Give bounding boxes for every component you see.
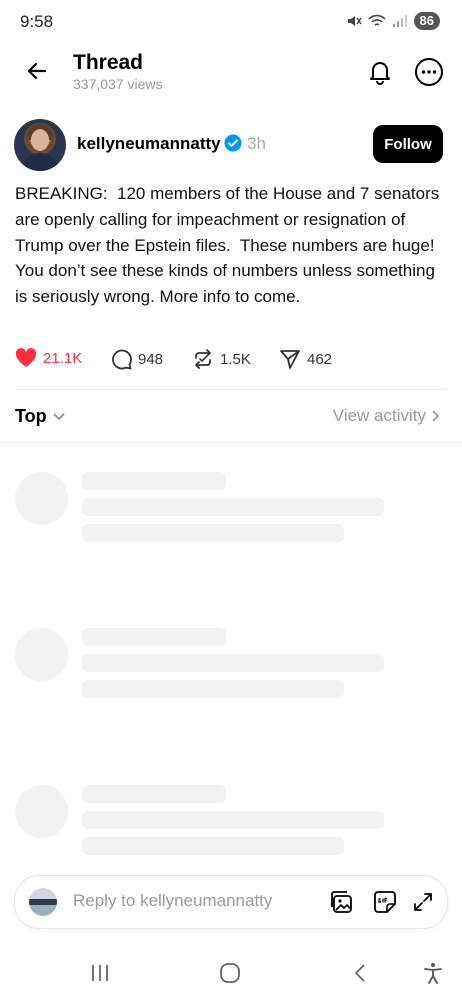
avatar	[29, 888, 57, 916]
sort-label: Top	[15, 406, 47, 426]
system-nav-bar	[0, 948, 462, 1000]
status-time: 9:58	[20, 12, 54, 31]
nav-back-icon	[354, 964, 365, 982]
status-bar: 9:58 86	[0, 0, 462, 44]
reply-input[interactable]: Reply to kellyneumannatty	[73, 891, 272, 911]
divider	[0, 442, 462, 443]
status-icons: 86	[346, 12, 440, 30]
page-title: Thread	[73, 51, 144, 74]
reply-composer[interactable]: Reply to kellyneumannatty	[15, 876, 447, 928]
accessibility-icon	[424, 963, 442, 984]
bell-icon	[370, 62, 390, 85]
reply-icon	[112, 349, 132, 370]
image-button[interactable]	[328, 888, 356, 916]
gif-icon	[374, 891, 396, 913]
recents-icon	[92, 965, 108, 981]
expand-icon	[414, 893, 432, 911]
loading-placeholder	[0, 628, 462, 708]
chevron-down-icon	[53, 412, 65, 420]
post-header: kellyneumannatty 3h Follow	[0, 118, 462, 174]
reply-button[interactable]: 948	[110, 348, 163, 370]
home-icon	[220, 963, 240, 983]
post-timestamp: 3h	[247, 134, 266, 153]
sort-bar: Top View activity	[0, 400, 462, 434]
avatar[interactable]	[14, 119, 66, 171]
more-options-button[interactable]	[413, 56, 445, 88]
battery-indicator: 86	[413, 12, 440, 30]
repost-button[interactable]: 1.5K	[192, 348, 251, 370]
accessibility-button[interactable]	[418, 958, 448, 988]
chevron-right-icon	[432, 410, 440, 422]
divider	[15, 389, 447, 390]
loading-placeholder	[0, 472, 462, 552]
follow-button[interactable]: Follow	[373, 125, 443, 163]
repost-icon	[195, 349, 211, 369]
view-activity-label: View activity	[332, 406, 426, 425]
loading-placeholder	[0, 785, 462, 865]
view-activity-link[interactable]: View activity	[333, 406, 440, 426]
repost-count: 1.5K	[220, 350, 251, 368]
wifi-icon	[367, 14, 386, 26]
heart-icon	[15, 348, 37, 367]
system-back-button[interactable]	[345, 958, 375, 988]
image-icon	[331, 891, 352, 913]
notifications-button[interactable]	[364, 56, 396, 88]
share-count: 462	[307, 350, 333, 368]
share-icon	[280, 350, 300, 369]
share-button[interactable]: 462	[279, 348, 332, 370]
reply-count: 948	[138, 350, 164, 368]
home-button[interactable]	[215, 958, 245, 988]
thread-header: Thread 337,037 views	[0, 44, 462, 100]
verified-icon	[224, 134, 242, 152]
view-count: 337,037 views	[73, 76, 163, 92]
sort-dropdown[interactable]: Top	[15, 406, 65, 427]
back-arrow-icon	[27, 62, 47, 80]
recents-button[interactable]	[85, 958, 115, 988]
post-text: BREAKING: 120 members of the House and 7…	[15, 184, 445, 307]
post-actions: 21.1K 948 1.5K 462	[0, 346, 462, 376]
back-button[interactable]	[22, 56, 52, 86]
like-count: 21.1K	[43, 349, 83, 367]
like-button[interactable]: 21.1K	[15, 348, 82, 368]
post-username[interactable]: kellyneumannatty	[77, 134, 221, 154]
more-icon	[415, 58, 443, 86]
signal-icon	[392, 15, 407, 27]
mute-icon	[347, 16, 362, 26]
expand-button[interactable]	[409, 888, 437, 916]
gif-button[interactable]	[371, 888, 399, 916]
